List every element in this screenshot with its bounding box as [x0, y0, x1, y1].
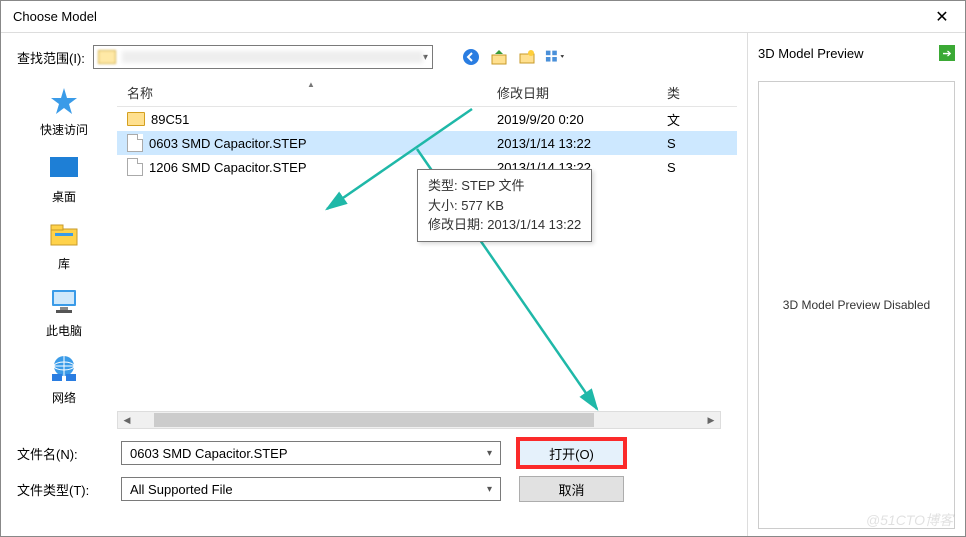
file-icon	[127, 158, 143, 176]
filetype-combo[interactable]: All Supported File ▾	[121, 477, 501, 501]
watermark: @51CTO博客	[866, 510, 953, 530]
lookin-row: 查找范围(I): ▾	[11, 45, 737, 69]
quick-access-icon	[46, 85, 82, 117]
scroll-thumb[interactable]	[154, 413, 594, 427]
filename-combo[interactable]: 0603 SMD Capacitor.STEP ▾	[121, 441, 501, 465]
file-icon	[127, 134, 143, 152]
this-pc-icon	[46, 286, 82, 318]
back-icon[interactable]	[461, 47, 481, 67]
nav-icons	[461, 47, 565, 67]
chevron-down-icon: ▾	[423, 52, 428, 63]
cancel-button[interactable]: 取消	[519, 476, 624, 502]
column-type-header[interactable]: 类	[667, 83, 697, 102]
preview-title: 3D Model Preview	[758, 46, 864, 61]
chevron-down-icon: ▾	[487, 484, 492, 495]
scroll-left-icon[interactable]: ◀	[118, 412, 136, 428]
network-icon	[46, 353, 82, 385]
place-quick-access[interactable]: 快速访问	[40, 85, 88, 138]
sort-indicator-icon: ▲	[307, 80, 315, 89]
titlebar: Choose Model ✕	[1, 1, 965, 33]
tooltip-date: 修改日期: 2013/1/14 13:22	[428, 215, 581, 235]
place-label: 快速访问	[40, 121, 88, 138]
filetype-value: All Supported File	[130, 482, 233, 497]
lookin-combo[interactable]: ▾	[93, 45, 433, 69]
preview-body: 3D Model Preview Disabled	[758, 81, 955, 529]
lookin-path-blurred	[122, 51, 423, 63]
folder-icon	[127, 112, 145, 126]
place-network[interactable]: 网络	[46, 353, 82, 406]
choose-model-dialog: Choose Model ✕ 查找范围(I): ▾	[0, 0, 966, 537]
file-type: 文	[667, 110, 697, 129]
place-this-pc[interactable]: 此电脑	[46, 286, 82, 339]
place-label: 此电脑	[46, 322, 82, 339]
place-label: 库	[58, 255, 70, 272]
place-desktop[interactable]: 桌面	[46, 152, 82, 205]
place-label: 网络	[52, 389, 76, 406]
up-icon[interactable]	[489, 47, 509, 67]
tooltip-type: 类型: STEP 文件	[428, 176, 581, 196]
file-date: 2013/1/14 13:22	[497, 136, 667, 151]
file-list: ▲ 名称 修改日期 类 89C51 2019/9/20 0:20 文 0603 …	[117, 79, 737, 429]
file-name: 0603 SMD Capacitor.STEP	[149, 136, 307, 151]
body-row: 快速访问 桌面 库	[11, 79, 737, 429]
new-folder-icon[interactable]	[517, 47, 537, 67]
list-item[interactable]: 89C51 2019/9/20 0:20 文	[117, 107, 737, 131]
list-header: ▲ 名称 修改日期 类	[117, 79, 737, 107]
preview-message: 3D Model Preview Disabled	[783, 298, 930, 312]
file-date: 2019/9/20 0:20	[497, 112, 667, 127]
view-menu-icon[interactable]	[545, 47, 565, 67]
filename-value: 0603 SMD Capacitor.STEP	[130, 446, 288, 461]
chevron-down-icon: ▾	[487, 448, 492, 459]
filename-label: 文件名(N):	[11, 444, 121, 463]
list-item[interactable]: 0603 SMD Capacitor.STEP 2013/1/14 13:22 …	[117, 131, 737, 155]
file-name: 1206 SMD Capacitor.STEP	[149, 160, 307, 175]
place-libraries[interactable]: 库	[46, 219, 82, 272]
libraries-icon	[46, 219, 82, 251]
content-area: 查找范围(I): ▾	[1, 33, 965, 536]
bottom-controls: 文件名(N): 0603 SMD Capacitor.STEP ▾ 打开(O) …	[11, 439, 737, 503]
window-title: Choose Model	[13, 9, 97, 24]
preview-panel: 3D Model Preview ➔ 3D Model Preview Disa…	[747, 33, 965, 536]
preview-toggle-icon[interactable]: ➔	[939, 45, 955, 61]
places-bar: 快速访问 桌面 库	[11, 79, 117, 429]
file-type: S	[667, 160, 697, 175]
scroll-right-icon[interactable]: ▶	[702, 412, 720, 428]
folder-icon	[98, 50, 116, 64]
column-date-header[interactable]: 修改日期	[497, 83, 667, 102]
lookin-label: 查找范围(I):	[17, 48, 85, 67]
tooltip-size: 大小: 577 KB	[428, 196, 581, 216]
horizontal-scrollbar[interactable]: ◀ ▶	[117, 411, 721, 429]
preview-header: 3D Model Preview ➔	[758, 45, 955, 61]
column-name-header[interactable]: ▲ 名称	[117, 83, 497, 102]
open-button[interactable]: 打开(O)	[519, 440, 624, 466]
close-button[interactable]: ✕	[919, 1, 965, 33]
filetype-label: 文件类型(T):	[11, 480, 121, 499]
file-type: S	[667, 136, 697, 151]
file-name: 89C51	[151, 112, 189, 127]
place-label: 桌面	[52, 188, 76, 205]
file-tooltip: 类型: STEP 文件 大小: 577 KB 修改日期: 2013/1/14 1…	[417, 169, 592, 242]
desktop-icon	[46, 152, 82, 184]
main-area: 查找范围(I): ▾	[1, 33, 747, 536]
